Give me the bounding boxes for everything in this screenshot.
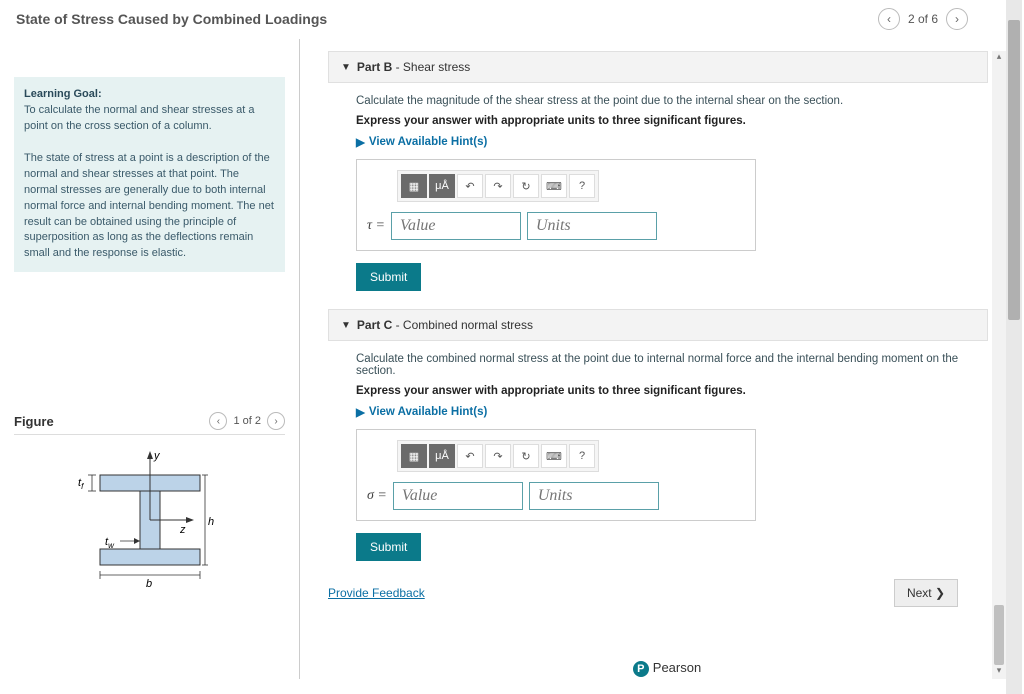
brand-footer: P Pearson	[328, 660, 1006, 677]
learning-goal-text-2: The state of stress at a point is a desc…	[24, 152, 274, 260]
window-scroll-thumb[interactable]	[1008, 20, 1020, 320]
top-pager: ‹ 2 of 6 ›	[878, 8, 968, 30]
dim-tw-label: tw	[105, 536, 115, 550]
figure-prev-button[interactable]: ‹	[209, 412, 227, 430]
part-b-units-input[interactable]	[527, 212, 657, 240]
units-tool-button[interactable]: μÅ	[429, 444, 455, 468]
part-c-block: ▼ Part C - Combined normal stress Calcul…	[328, 309, 988, 561]
next-button[interactable]: Next ❯	[894, 579, 958, 607]
undo-button[interactable]: ↶	[457, 174, 483, 198]
part-b-subtitle: Shear stress	[403, 60, 470, 74]
part-c-submit-button[interactable]: Submit	[356, 533, 421, 561]
figure-diagram: y z h b tf tw	[14, 445, 285, 595]
redo-button[interactable]: ↷	[485, 174, 511, 198]
reset-button[interactable]: ↻	[513, 444, 539, 468]
dim-tf-label: tf	[78, 477, 84, 491]
help-button[interactable]: ?	[569, 444, 595, 468]
figure-pager: ‹ 1 of 2 ›	[209, 412, 285, 430]
learning-goal-label: Learning Goal:	[24, 88, 102, 100]
part-b-prompt: Calculate the magnitude of the shear str…	[356, 95, 988, 107]
part-c-header[interactable]: ▼ Part C - Combined normal stress	[328, 309, 988, 341]
part-c-subtitle: Combined normal stress	[403, 318, 533, 332]
learning-goal-box: Learning Goal: To calculate the normal a…	[14, 77, 285, 272]
left-panel: Learning Goal: To calculate the normal a…	[0, 39, 300, 679]
caret-down-icon: ▼	[341, 62, 351, 73]
fraction-tool-button[interactable]: ▦	[401, 444, 427, 468]
window-scrollbar[interactable]	[1006, 0, 1022, 694]
part-b-value-input[interactable]	[391, 212, 521, 240]
part-b-express: Express your answer with appropriate uni…	[356, 115, 988, 127]
redo-button[interactable]: ↷	[485, 444, 511, 468]
part-c-value-input[interactable]	[393, 482, 523, 510]
provide-feedback-link[interactable]: Provide Feedback	[328, 586, 425, 600]
part-b-label: Part B	[357, 60, 392, 74]
page-title: State of Stress Caused by Combined Loadi…	[16, 11, 327, 27]
next-page-button[interactable]: ›	[946, 8, 968, 30]
part-b-block: ▼ Part B - Shear stress Calculate the ma…	[328, 51, 988, 291]
dim-b-label: b	[146, 578, 152, 590]
caret-right-icon: ▶	[356, 405, 365, 419]
caret-right-icon: ▶	[356, 135, 365, 149]
figure-page-indicator: 1 of 2	[233, 415, 261, 427]
undo-button[interactable]: ↶	[457, 444, 483, 468]
part-c-prompt: Calculate the combined normal stress at …	[356, 353, 988, 377]
prev-page-button[interactable]: ‹	[878, 8, 900, 30]
part-c-symbol: σ =	[367, 488, 387, 504]
part-c-hints-link[interactable]: ▶ View Available Hint(s)	[356, 405, 487, 419]
part-c-answer-box: ▦ μÅ ↶ ↷ ↻ ⌨ ? σ =	[356, 429, 756, 521]
keyboard-button[interactable]: ⌨	[541, 444, 567, 468]
dim-h-label: h	[208, 516, 214, 528]
part-b-header[interactable]: ▼ Part B - Shear stress	[328, 51, 988, 83]
axis-y-label: y	[153, 450, 161, 462]
scroll-thumb[interactable]	[994, 605, 1004, 665]
part-b-answer-box: ▦ μÅ ↶ ↷ ↻ ⌨ ? τ =	[356, 159, 756, 251]
reset-button[interactable]: ↻	[513, 174, 539, 198]
scroll-up-icon[interactable]: ▴	[992, 51, 1006, 65]
caret-down-icon: ▼	[341, 320, 351, 331]
part-c-units-input[interactable]	[529, 482, 659, 510]
pearson-logo-icon: P	[633, 661, 649, 677]
help-button[interactable]: ?	[569, 174, 595, 198]
learning-goal-text-1: To calculate the normal and shear stress…	[24, 104, 255, 132]
content-scrollbar[interactable]: ▴ ▾	[992, 51, 1006, 679]
part-c-label: Part C	[357, 318, 392, 332]
keyboard-button[interactable]: ⌨	[541, 174, 567, 198]
figure-heading: Figure	[14, 414, 54, 429]
part-b-hints-link[interactable]: ▶ View Available Hint(s)	[356, 135, 487, 149]
right-panel: ▴ ▾ ▼ Part B - Shear stress Calculate th…	[300, 39, 1024, 679]
part-c-toolbar: ▦ μÅ ↶ ↷ ↻ ⌨ ?	[397, 440, 599, 472]
part-b-submit-button[interactable]: Submit	[356, 263, 421, 291]
units-tool-button[interactable]: μÅ	[429, 174, 455, 198]
part-c-express: Express your answer with appropriate uni…	[356, 385, 988, 397]
part-b-symbol: τ =	[367, 218, 385, 234]
axis-z-label: z	[179, 524, 186, 536]
page-indicator: 2 of 6	[908, 12, 938, 26]
fraction-tool-button[interactable]: ▦	[401, 174, 427, 198]
part-b-toolbar: ▦ μÅ ↶ ↷ ↻ ⌨ ?	[397, 170, 599, 202]
brand-label: Pearson	[653, 660, 701, 675]
figure-next-button[interactable]: ›	[267, 412, 285, 430]
